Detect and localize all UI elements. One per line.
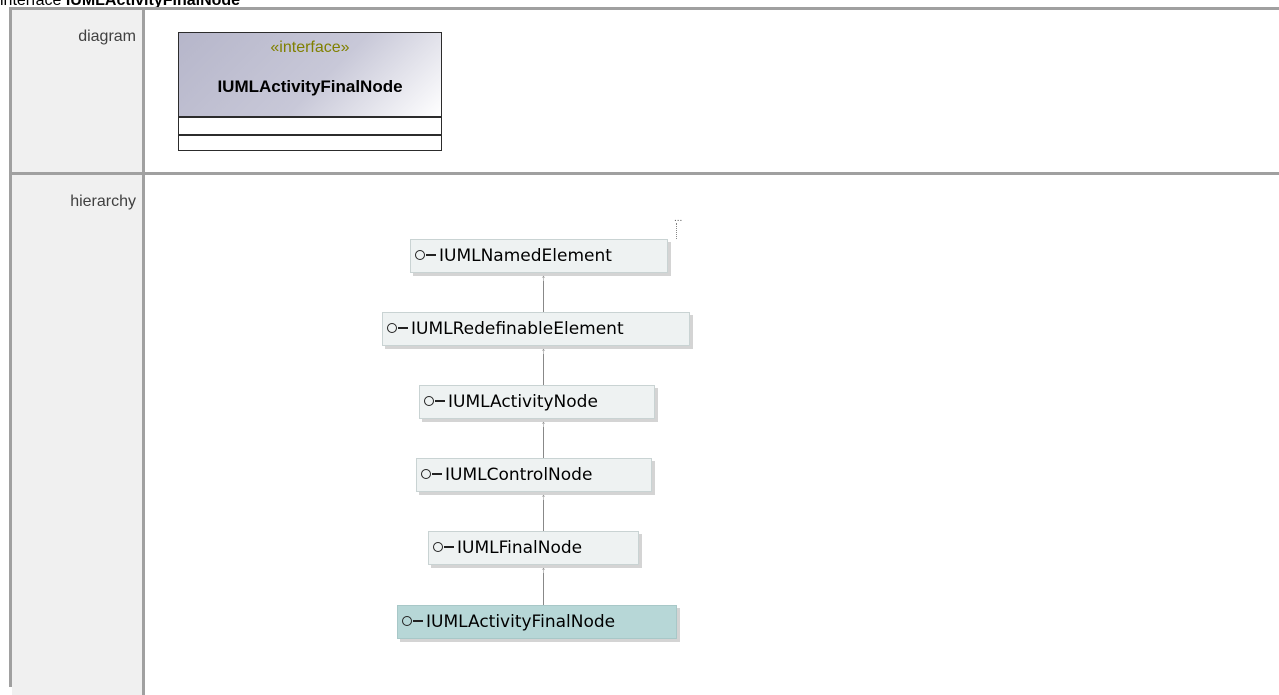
uml-attributes-compartment	[179, 118, 441, 134]
uml-box-header: «interface» IUMLActivityFinalNode	[179, 33, 441, 116]
more-ancestors-ellipsis[interactable]: ...	[674, 214, 682, 224]
documentation-table: diagram «interface» IUMLActivityFinalNod…	[9, 7, 1279, 695]
interface-lollipop-icon	[415, 248, 437, 262]
hierarchy-label-cell: hierarchy	[12, 175, 145, 695]
ellipsis-connector	[676, 223, 677, 239]
diagram-content: «interface» IUMLActivityFinalNode	[145, 10, 1279, 172]
hierarchy-node-label: IUMLActivityFinalNode	[426, 612, 616, 632]
interface-lollipop-icon	[402, 614, 424, 628]
generalization-arrow-icon: ↑	[540, 492, 547, 504]
hierarchy-node-label: IUMLRedefinableElement	[411, 319, 624, 339]
hierarchy-content: ... IUMLNamedElement IUMLRedefinableEleme…	[145, 175, 1279, 695]
hierarchy-node-label: IUMLControlNode	[445, 465, 593, 485]
uml-interface-box[interactable]: «interface» IUMLActivityFinalNode	[178, 32, 442, 151]
generalization-arrow-icon: ↑	[540, 565, 547, 577]
hierarchy-node[interactable]: IUMLActivityFinalNode	[397, 605, 677, 639]
generalization-connector	[543, 573, 544, 605]
interface-lollipop-icon	[387, 321, 409, 335]
hierarchy-node-label: IUMLActivityNode	[448, 392, 598, 412]
diagram-label-cell: diagram	[12, 10, 145, 172]
generalization-connector	[543, 354, 544, 385]
hierarchy-row: hierarchy ... IUMLNamedElement IUMLRedefi…	[12, 175, 1279, 695]
generalization-arrow-icon: ↑	[540, 346, 547, 358]
generalization-connector	[543, 427, 544, 458]
generalization-arrow-icon: ↑	[540, 273, 547, 285]
hierarchy-node[interactable]: IUMLActivityNode	[419, 385, 655, 419]
interface-lollipop-icon	[433, 540, 455, 554]
hierarchy-node[interactable]: IUMLNamedElement	[410, 239, 668, 273]
diagram-label: diagram	[78, 28, 136, 45]
generalization-arrow-icon: ↑	[540, 419, 547, 431]
hierarchy-node[interactable]: IUMLRedefinableElement	[382, 312, 690, 346]
diagram-row: diagram «interface» IUMLActivityFinalNod…	[12, 10, 1279, 175]
hierarchy-node-label: IUMLNamedElement	[439, 246, 612, 266]
generalization-connector	[543, 500, 544, 531]
uml-operations-compartment	[179, 136, 441, 150]
hierarchy-node[interactable]: IUMLFinalNode	[428, 531, 639, 565]
hierarchy-node[interactable]: IUMLControlNode	[416, 458, 652, 492]
interface-lollipop-icon	[424, 394, 446, 408]
uml-stereotype: «interface»	[270, 39, 350, 56]
uml-class-name: IUMLActivityFinalNode	[217, 77, 403, 96]
generalization-connector	[543, 281, 544, 312]
hierarchy-label: hierarchy	[70, 193, 136, 210]
interface-lollipop-icon	[421, 467, 443, 481]
hierarchy-node-label: IUMLFinalNode	[457, 538, 583, 558]
